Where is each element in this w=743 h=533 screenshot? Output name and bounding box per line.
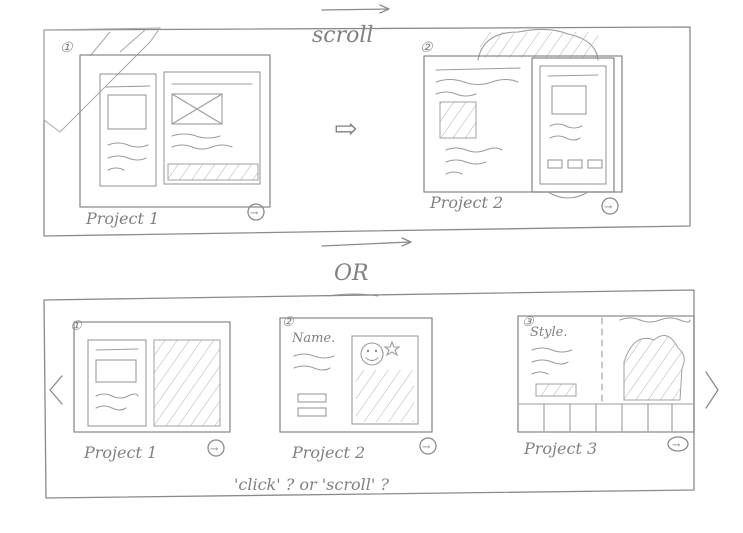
card-2: ② Name. Project 2 → — [279, 315, 437, 462]
frame-2-caption: Project 2 — [429, 193, 503, 212]
card-2-caption: Project 2 — [291, 443, 365, 462]
prev-arrow-icon[interactable] — [49, 375, 63, 405]
card-2-heading: Name. — [291, 331, 335, 346]
or-divider: OR — [334, 261, 369, 286]
frame-1-number: ① — [60, 40, 74, 56]
frame-2-arrow: → — [604, 202, 613, 213]
card-2-arrow: → — [422, 442, 431, 453]
frame-1-caption: Project 1 — [85, 209, 159, 228]
card-1-number: ① — [70, 319, 83, 334]
frame-1-arrow: → — [250, 208, 259, 219]
transition-arrow: ⇨ — [334, 112, 357, 145]
top-section: scroll ① Project 1 → ⇨ ② Project 2 → — [43, 4, 691, 247]
card-3-heading: Style. — [530, 325, 567, 340]
scroll-label: scroll — [312, 23, 373, 48]
scroll-arrow-top — [321, 8, 389, 11]
card-1: ① Project 1 → — [70, 319, 231, 462]
wireframe-sketch: scroll ① Project 1 → ⇨ ② Project 2 → OR … — [43, 4, 719, 499]
star-icon — [383, 340, 401, 357]
click-or-scroll-question: 'click' ? or 'scroll' ? — [234, 475, 389, 494]
frame-2: ② Project 2 → — [420, 28, 623, 215]
card-1-caption: Project 1 — [83, 443, 157, 462]
card-1-arrow: → — [210, 444, 219, 455]
frame-1: ① Project 1 → — [60, 40, 271, 228]
frame-2-number: ② — [420, 40, 434, 56]
card-3-arrow: → — [672, 440, 681, 451]
card-2-number: ② — [282, 315, 295, 330]
bottom-section: ① Project 1 → ② Name. Project 2 → ③ Styl… — [43, 289, 719, 499]
card-3: ③ Style. Project 3 → — [517, 315, 695, 458]
next-arrow-icon[interactable] — [705, 371, 719, 409]
scroll-arrow-bottom — [321, 241, 411, 247]
smiley-icon — [360, 342, 384, 366]
card-3-caption: Project 3 — [523, 439, 597, 458]
